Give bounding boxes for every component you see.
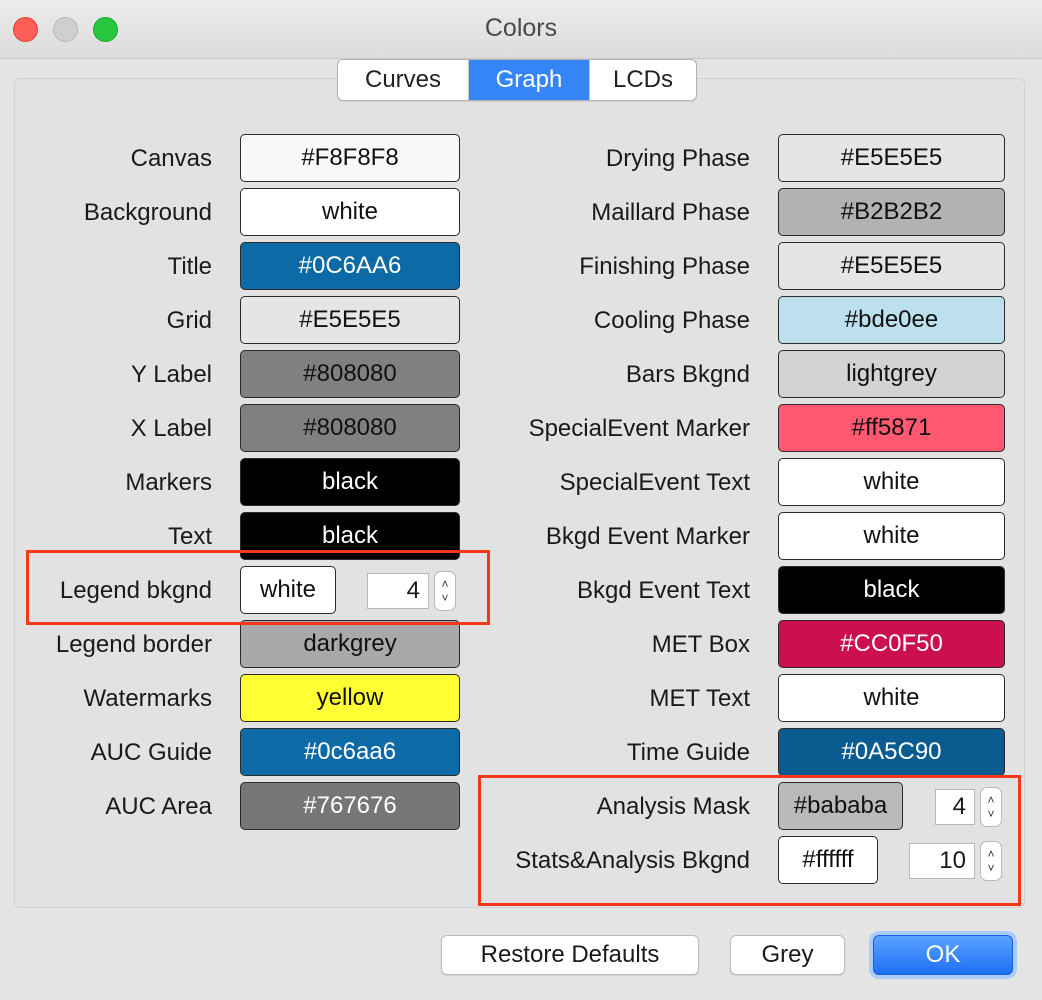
met-box-label: MET Box [651, 631, 750, 658]
tab-bar: Curves Graph LCDs [337, 59, 697, 101]
met-text-color-button[interactable]: white [778, 674, 1005, 722]
specialevent-marker-color-button[interactable]: #ff5871 [778, 404, 1005, 452]
drying-phase-color-button[interactable]: #E5E5E5 [778, 134, 1005, 182]
specialevent-text-label: SpecialEvent Text [559, 469, 750, 496]
tab-lcds[interactable]: LCDs [590, 60, 696, 100]
bkgd-event-marker-label: Bkgd Event Marker [545, 523, 750, 550]
bkgd-event-text-label: Bkgd Event Text [577, 577, 750, 604]
canvas-color-button[interactable]: #F8F8F8 [240, 134, 460, 182]
time-guide-label: Time Guide [626, 739, 750, 766]
legend-border-color-button[interactable]: darkgrey [240, 620, 460, 668]
highlight-box-analysis [478, 775, 1021, 906]
bkgd-event-marker-color-button[interactable]: white [778, 512, 1005, 560]
highlight-box-legend [26, 550, 490, 625]
title-label: Title [167, 253, 212, 280]
bkgd-event-text-color-button[interactable]: black [778, 566, 1005, 614]
met-text-label: MET Text [649, 685, 750, 712]
x-label-color-button[interactable]: #808080 [240, 404, 460, 452]
tab-curves[interactable]: Curves [338, 60, 469, 100]
cooling-phase-label: Cooling Phase [593, 307, 750, 334]
grid-color-button[interactable]: #E5E5E5 [240, 296, 460, 344]
met-box-color-button[interactable]: #CC0F50 [778, 620, 1005, 668]
auc-area-label: AUC Area [105, 793, 212, 820]
cooling-phase-color-button[interactable]: #bde0ee [778, 296, 1005, 344]
finishing-phase-color-button[interactable]: #E5E5E5 [778, 242, 1005, 290]
finishing-phase-label: Finishing Phase [579, 253, 750, 280]
background-label: Background [83, 199, 212, 226]
auc-area-color-button[interactable]: #767676 [240, 782, 460, 830]
grid-label: Grid [166, 307, 212, 334]
text-label: Text [167, 523, 212, 550]
auc-guide-color-button[interactable]: #0c6aa6 [240, 728, 460, 776]
y-label-label: Y Label [131, 361, 212, 388]
maillard-phase-color-button[interactable]: #B2B2B2 [778, 188, 1005, 236]
title-bar: Colors [0, 0, 1042, 59]
window-title: Colors [484, 14, 558, 42]
markers-color-button[interactable]: black [240, 458, 460, 506]
y-label-color-button[interactable]: #808080 [240, 350, 460, 398]
markers-label: Markers [125, 469, 212, 496]
maillard-phase-label: Maillard Phase [591, 199, 750, 226]
watermarks-label: Watermarks [83, 685, 212, 712]
bars-bkgnd-label: Bars Bkgnd [625, 361, 750, 388]
canvas-label: Canvas [130, 145, 212, 172]
background-color-button[interactable]: white [240, 188, 460, 236]
legend-border-label: Legend border [55, 631, 212, 658]
ok-button[interactable]: OK [873, 935, 1013, 975]
time-guide-color-button[interactable]: #0A5C90 [778, 728, 1005, 776]
specialevent-text-color-button[interactable]: white [778, 458, 1005, 506]
drying-phase-label: Drying Phase [605, 145, 750, 172]
grey-button[interactable]: Grey [730, 935, 845, 975]
restore-defaults-button[interactable]: Restore Defaults [441, 935, 699, 975]
auc-guide-label: AUC Guide [90, 739, 212, 766]
bars-bkgnd-color-button[interactable]: lightgrey [778, 350, 1005, 398]
x-label-label: X Label [130, 415, 212, 442]
tab-graph[interactable]: Graph [469, 60, 590, 100]
specialevent-marker-label: SpecialEvent Marker [528, 415, 750, 442]
watermarks-color-button[interactable]: yellow [240, 674, 460, 722]
title-color-button[interactable]: #0C6AA6 [240, 242, 460, 290]
